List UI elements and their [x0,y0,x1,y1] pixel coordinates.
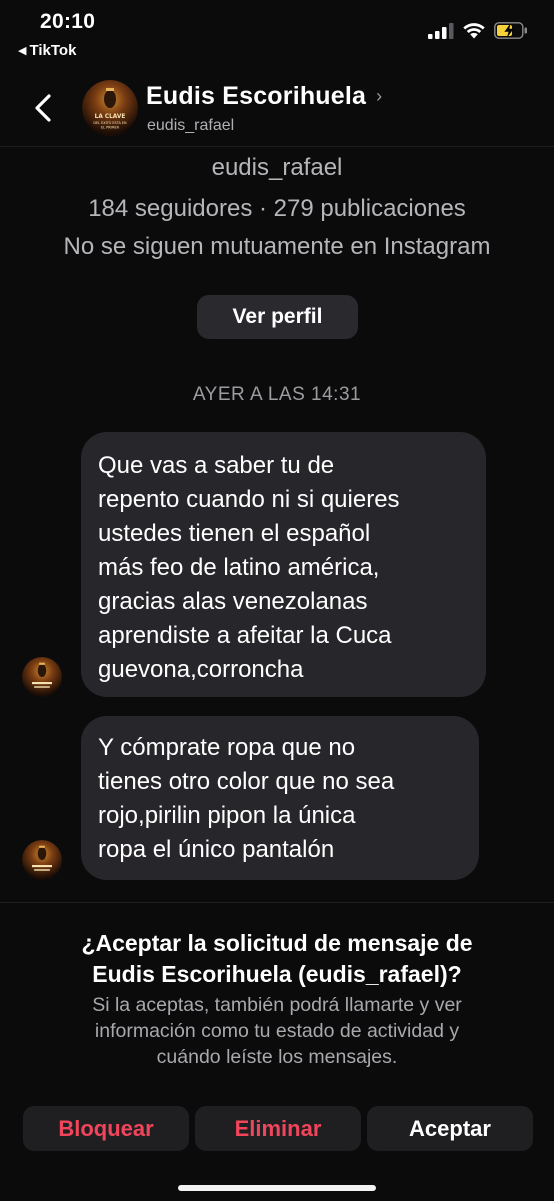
delete-button[interactable]: Eliminar [195,1106,361,1151]
request-title: ¿Aceptar la solicitud de mensaje de Eudi… [20,928,534,990]
avatar-image [22,840,62,880]
message-line: ustedes tienen el español [98,520,371,547]
back-app-label: TikTok [29,42,77,59]
message-timestamp: AYER A LAS 14:31 [192,384,362,405]
profile-stats: 184 seguidores · 279 publicaciones [88,195,466,222]
avatar-text-3: EL PRIMER [101,126,120,130]
avatar-image: LA CLAVE DEL EXITO ESTA EN EL PRIMER [82,80,138,136]
avatar-text-2: DEL EXITO ESTA EN [93,121,127,125]
signal-icon [428,22,454,39]
avatar-image [22,657,62,697]
request-body-line: información como tu estado de actividad … [94,1020,460,1042]
status-icons [428,22,528,39]
request-body-line: cuándo leíste los mensajes. [156,1046,398,1068]
back-chevron-icon[interactable] [30,88,60,128]
message-line: rojo,pirilin pipon la única [98,802,356,829]
battery-charging-icon [494,22,527,39]
sender-avatar[interactable] [22,840,62,880]
message-line: ropa el único pantalón [98,836,335,863]
message-line: aprendiste a afeitar la Cuca [98,622,392,649]
wifi-icon [463,23,485,39]
header-avatar[interactable]: LA CLAVE DEL EXITO ESTA EN EL PRIMER [82,80,138,136]
header-username: eudis_rafael [147,117,235,134]
back-triangle-icon: ◀ [18,45,27,57]
header-divider [0,146,554,147]
message-bubble[interactable]: Y cómprate ropa que no tienes otro color… [81,716,479,880]
request-description: Si la aceptas, también podrá llamarte y … [16,992,538,1070]
message-line: tienes otro color que no sea [98,768,395,795]
back-to-app-link[interactable]: ◀ TikTok [18,42,76,59]
profile-username: eudis_rafael [211,154,343,181]
sender-avatar[interactable] [22,657,62,697]
message-line: más feo de latino américa, [98,554,380,581]
chevron-right-icon: › [376,86,383,106]
message-line: Y cómprate ropa que no [98,734,356,761]
request-title-line: ¿Aceptar la solicitud de mensaje de [81,930,473,956]
status-time: 20:10 [40,10,96,33]
message-line: Que vas a saber tu de [98,452,335,479]
message-line: guevona,corroncha [98,656,304,683]
message-line: repento cuando ni si quieres [98,486,400,513]
block-button[interactable]: Bloquear [23,1106,189,1151]
home-indicator[interactable] [178,1185,376,1191]
header-name-link[interactable]: Eudis Escorihuela › [146,82,382,111]
view-profile-button[interactable]: Ver perfil [197,295,358,339]
message-line: gracias alas venezolanas [98,588,368,615]
contact-name: Eudis Escorihuela [146,82,367,110]
request-body-line: Si la aceptas, también podrá llamarte y … [92,994,462,1016]
request-title-line: Eudis Escorihuela (eudis_rafael)? [92,961,462,987]
profile-mutual-status: No se siguen mutuamente en Instagram [63,233,491,260]
accept-button[interactable]: Aceptar [367,1106,533,1151]
avatar-text-1: LA CLAVE [95,114,126,120]
message-bubble[interactable]: Que vas a saber tu de repento cuando ni … [81,432,486,697]
